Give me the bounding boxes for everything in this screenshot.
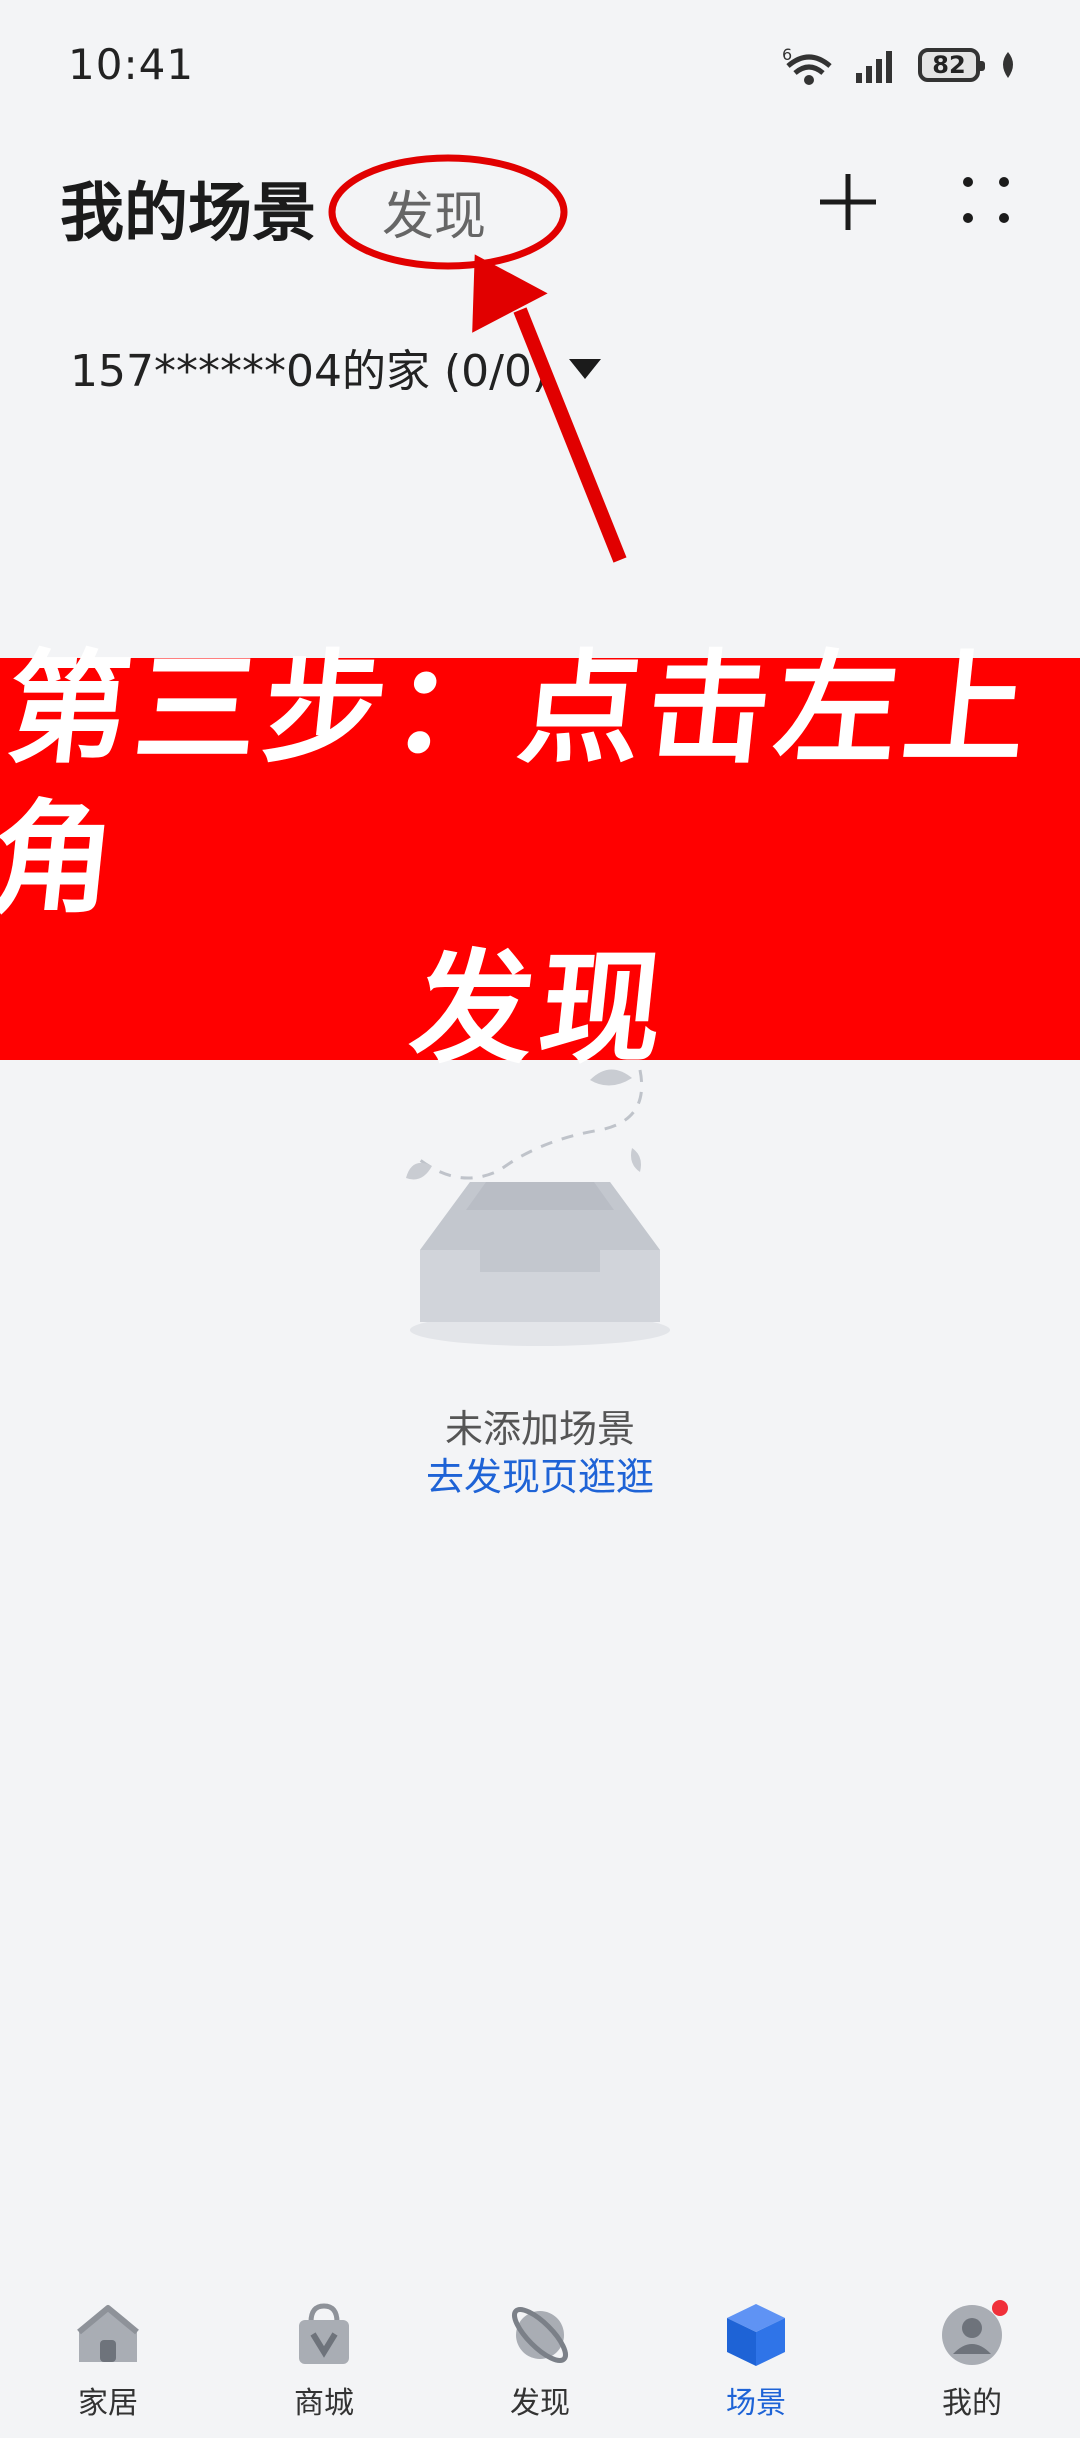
nav-home-label: 家居 [78, 2386, 138, 2421]
nav-mine[interactable]: 我的 [864, 2250, 1080, 2438]
more-dots-icon [963, 177, 1009, 223]
battery-level: 82 [932, 51, 966, 79]
nav-scene-label: 场景 [726, 2386, 786, 2421]
tab-discover[interactable]: 发现 [382, 174, 486, 249]
annotation-arrow-head [472, 254, 548, 333]
banner-line-2: 发现 [404, 938, 676, 1080]
cube-icon [727, 2304, 785, 2366]
leaf-icon [1003, 52, 1013, 78]
nav-scene[interactable]: 场景 [648, 2250, 864, 2438]
home-selector-label: 157******04的家 (0/0) [70, 346, 550, 397]
caret-down-icon [569, 359, 602, 379]
status-time: 10:41 [68, 40, 195, 89]
empty-box-illustration [406, 1069, 670, 1346]
nav-mine-label: 我的 [942, 2386, 1002, 2421]
notification-dot [992, 2300, 1008, 2316]
shopping-bag-icon [299, 2303, 349, 2364]
add-button[interactable] [812, 166, 884, 238]
nav-mall[interactable]: 商城 [216, 2250, 432, 2438]
plus-icon [820, 174, 876, 230]
status-icons: 6 82 [782, 44, 1018, 86]
go-discover-link[interactable]: 去发现页逛逛 [0, 1446, 1080, 1501]
more-button[interactable] [950, 166, 1022, 238]
empty-state-text: 未添加场景 [444, 1407, 635, 1451]
wifi-icon: 6 [782, 45, 832, 85]
page-title: 我的场景 [60, 177, 316, 251]
nav-discover-label: 发现 [510, 2386, 570, 2421]
nav-mall-label: 商城 [294, 2386, 354, 2421]
nav-discover[interactable]: 发现 [432, 2250, 648, 2438]
instruction-banner: 第三步：点击左上角 发现 [0, 638, 1080, 1080]
home-icon [77, 2305, 139, 2362]
bottom-nav: 家居 商城 发现 场景 我的 [0, 2250, 1080, 2438]
banner-line-1: 第三步：点击左上角 [0, 638, 1040, 930]
signal-icon [856, 51, 892, 83]
planet-icon [512, 2307, 568, 2363]
battery-indicator: 82 [918, 48, 985, 82]
nav-home[interactable]: 家居 [0, 2250, 216, 2438]
home-selector[interactable]: 157******04的家 (0/0) [70, 335, 602, 399]
